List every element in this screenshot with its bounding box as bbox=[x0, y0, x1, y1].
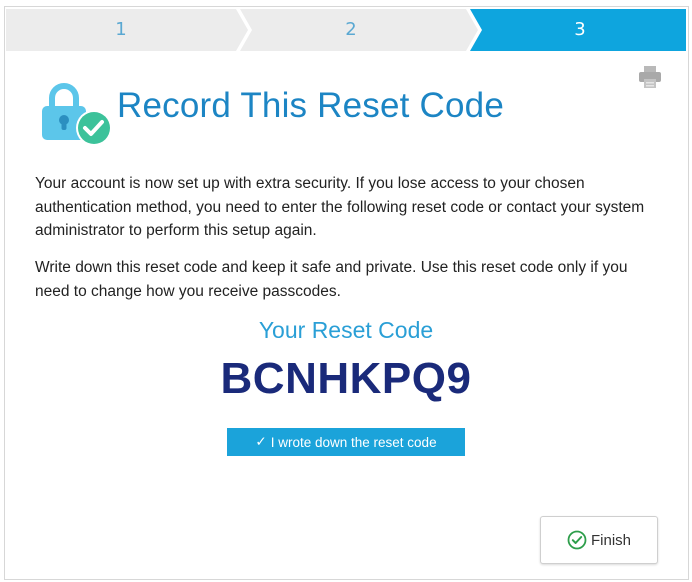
finish-button[interactable]: Finish bbox=[540, 516, 658, 564]
setup-description: Your account is now set up with extra se… bbox=[35, 175, 645, 239]
step-1-label: 1 bbox=[115, 19, 127, 40]
reset-code-heading: Your Reset Code bbox=[258, 317, 434, 343]
lock-check-icon bbox=[38, 80, 114, 150]
reset-instructions: Write down this reset code and keep it s… bbox=[35, 259, 628, 300]
wrote-down-code-label: I wrote down the reset code bbox=[270, 434, 437, 450]
reset-code-value: BCNHKPQ9 bbox=[220, 354, 472, 403]
step-2-label: 2 bbox=[345, 19, 357, 40]
wrote-down-code-button[interactable]: ✓ I wrote down the reset code bbox=[227, 428, 465, 456]
finish-label: Finish bbox=[590, 531, 631, 549]
checkmark-icon: ✓ bbox=[255, 434, 267, 449]
page-title: Record This Reset Code bbox=[117, 86, 504, 125]
step-3-label: 3 bbox=[574, 19, 586, 40]
print-icon[interactable] bbox=[637, 64, 663, 90]
check-circle-icon bbox=[567, 530, 587, 550]
progress-stepper: 1 2 3 bbox=[6, 9, 686, 51]
